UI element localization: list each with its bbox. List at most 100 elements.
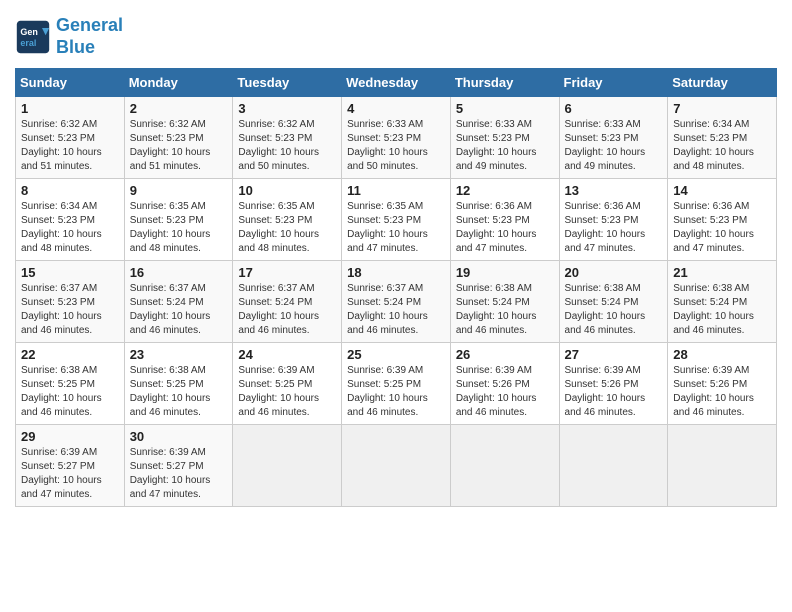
day-number: 1 [21, 101, 119, 116]
day-number: 5 [456, 101, 554, 116]
day-of-week-header: Monday [124, 69, 233, 97]
logo-text: General Blue [56, 15, 123, 58]
calendar-cell: 7 Sunrise: 6:34 AMSunset: 5:23 PMDaylight… [668, 97, 777, 179]
day-info: Sunrise: 6:38 AMSunset: 5:25 PMDaylight:… [21, 364, 119, 420]
day-number: 10 [238, 183, 336, 198]
calendar-cell [559, 425, 668, 507]
day-number: 21 [673, 265, 771, 280]
calendar-cell: 13Sunrise: 6:36 AMSunset: 5:23 PMDayligh… [559, 179, 668, 261]
calendar-cell: 8 Sunrise: 6:34 AMSunset: 5:23 PMDaylight… [16, 179, 125, 261]
calendar-week-row: 15 Sunrise: 6:37 AMSunset: 5:23 PMDayligh… [16, 261, 777, 343]
calendar-cell: 30 Sunrise: 6:39 AMSunset: 5:27 PMDayligh… [124, 425, 233, 507]
day-number: 6 [565, 101, 663, 116]
day-info: Sunrise: 6:34 AMSunset: 5:23 PMDaylight:… [21, 200, 119, 256]
day-info: Sunrise: 6:39 AMSunset: 5:27 PMDaylight:… [130, 446, 228, 502]
day-of-week-header: Friday [559, 69, 668, 97]
calendar-cell: 18 Sunrise: 6:37 AMSunset: 5:24 PMDayligh… [342, 261, 451, 343]
day-of-week-header: Thursday [450, 69, 559, 97]
calendar-cell: 1 Sunrise: 6:32 AMSunset: 5:23 PMDaylight… [16, 97, 125, 179]
calendar-week-row: 1 Sunrise: 6:32 AMSunset: 5:23 PMDaylight… [16, 97, 777, 179]
calendar-cell: 29 Sunrise: 6:39 AMSunset: 5:27 PMDayligh… [16, 425, 125, 507]
calendar-week-row: 29 Sunrise: 6:39 AMSunset: 5:27 PMDayligh… [16, 425, 777, 507]
calendar-cell: 21Sunrise: 6:38 AMSunset: 5:24 PMDayligh… [668, 261, 777, 343]
day-info: Sunrise: 6:33 AMSunset: 5:23 PMDaylight:… [456, 118, 554, 174]
calendar-cell: 3 Sunrise: 6:32 AMSunset: 5:23 PMDaylight… [233, 97, 342, 179]
day-number: 8 [21, 183, 119, 198]
calendar-cell [233, 425, 342, 507]
day-number: 26 [456, 347, 554, 362]
svg-text:Gen: Gen [20, 27, 38, 37]
day-info: Sunrise: 6:38 AMSunset: 5:24 PMDaylight:… [565, 282, 663, 338]
day-info: Sunrise: 6:37 AMSunset: 5:23 PMDaylight:… [21, 282, 119, 338]
day-number: 13 [565, 183, 663, 198]
day-number: 24 [238, 347, 336, 362]
day-info: Sunrise: 6:39 AMSunset: 5:26 PMDaylight:… [673, 364, 771, 420]
calendar-cell: 23 Sunrise: 6:38 AMSunset: 5:25 PMDayligh… [124, 343, 233, 425]
day-info: Sunrise: 6:39 AMSunset: 5:25 PMDaylight:… [238, 364, 336, 420]
logo: Gen eral General Blue [15, 15, 123, 58]
day-of-week-header: Tuesday [233, 69, 342, 97]
calendar-cell: 17 Sunrise: 6:37 AMSunset: 5:24 PMDayligh… [233, 261, 342, 343]
day-number: 29 [21, 429, 119, 444]
calendar-table: SundayMondayTuesdayWednesdayThursdayFrid… [15, 68, 777, 507]
day-info: Sunrise: 6:35 AMSunset: 5:23 PMDaylight:… [347, 200, 445, 256]
day-info: Sunrise: 6:37 AMSunset: 5:24 PMDaylight:… [347, 282, 445, 338]
calendar-cell: 27Sunrise: 6:39 AMSunset: 5:26 PMDayligh… [559, 343, 668, 425]
calendar-cell: 22 Sunrise: 6:38 AMSunset: 5:25 PMDayligh… [16, 343, 125, 425]
calendar-week-row: 8 Sunrise: 6:34 AMSunset: 5:23 PMDaylight… [16, 179, 777, 261]
day-number: 18 [347, 265, 445, 280]
day-number: 4 [347, 101, 445, 116]
day-number: 11 [347, 183, 445, 198]
day-info: Sunrise: 6:39 AMSunset: 5:27 PMDaylight:… [21, 446, 119, 502]
day-info: Sunrise: 6:38 AMSunset: 5:25 PMDaylight:… [130, 364, 228, 420]
day-of-week-header: Saturday [668, 69, 777, 97]
day-number: 17 [238, 265, 336, 280]
header: Gen eral General Blue [15, 15, 777, 58]
calendar-cell: 16 Sunrise: 6:37 AMSunset: 5:24 PMDayligh… [124, 261, 233, 343]
day-number: 30 [130, 429, 228, 444]
calendar-cell: 5 Sunrise: 6:33 AMSunset: 5:23 PMDaylight… [450, 97, 559, 179]
calendar-cell [668, 425, 777, 507]
day-number: 25 [347, 347, 445, 362]
day-number: 27 [565, 347, 663, 362]
day-number: 22 [21, 347, 119, 362]
calendar-cell: 4Sunrise: 6:33 AMSunset: 5:23 PMDaylight… [342, 97, 451, 179]
day-info: Sunrise: 6:32 AMSunset: 5:23 PMDaylight:… [238, 118, 336, 174]
calendar-cell: 26 Sunrise: 6:39 AMSunset: 5:26 PMDayligh… [450, 343, 559, 425]
day-of-week-header: Wednesday [342, 69, 451, 97]
calendar-cell: 14Sunrise: 6:36 AMSunset: 5:23 PMDayligh… [668, 179, 777, 261]
header-row: SundayMondayTuesdayWednesdayThursdayFrid… [16, 69, 777, 97]
logo-icon: Gen eral [15, 19, 51, 55]
calendar-cell: 12Sunrise: 6:36 AMSunset: 5:23 PMDayligh… [450, 179, 559, 261]
svg-text:eral: eral [20, 38, 36, 48]
calendar-cell: 15 Sunrise: 6:37 AMSunset: 5:23 PMDayligh… [16, 261, 125, 343]
day-number: 19 [456, 265, 554, 280]
calendar-cell [450, 425, 559, 507]
day-number: 12 [456, 183, 554, 198]
day-number: 2 [130, 101, 228, 116]
day-info: Sunrise: 6:39 AMSunset: 5:26 PMDaylight:… [456, 364, 554, 420]
day-info: Sunrise: 6:37 AMSunset: 5:24 PMDaylight:… [130, 282, 228, 338]
day-number: 23 [130, 347, 228, 362]
day-number: 15 [21, 265, 119, 280]
day-number: 16 [130, 265, 228, 280]
day-number: 20 [565, 265, 663, 280]
calendar-cell: 24 Sunrise: 6:39 AMSunset: 5:25 PMDayligh… [233, 343, 342, 425]
calendar-cell [342, 425, 451, 507]
day-number: 7 [673, 101, 771, 116]
day-info: Sunrise: 6:36 AMSunset: 5:23 PMDaylight:… [673, 200, 771, 256]
day-info: Sunrise: 6:35 AMSunset: 5:23 PMDaylight:… [130, 200, 228, 256]
day-info: Sunrise: 6:32 AMSunset: 5:23 PMDaylight:… [130, 118, 228, 174]
day-info: Sunrise: 6:37 AMSunset: 5:24 PMDaylight:… [238, 282, 336, 338]
calendar-cell: 19 Sunrise: 6:38 AMSunset: 5:24 PMDayligh… [450, 261, 559, 343]
day-info: Sunrise: 6:34 AMSunset: 5:23 PMDaylight:… [673, 118, 771, 174]
day-info: Sunrise: 6:33 AMSunset: 5:23 PMDaylight:… [565, 118, 663, 174]
day-info: Sunrise: 6:38 AMSunset: 5:24 PMDaylight:… [456, 282, 554, 338]
day-info: Sunrise: 6:32 AMSunset: 5:23 PMDaylight:… [21, 118, 119, 174]
day-number: 3 [238, 101, 336, 116]
day-of-week-header: Sunday [16, 69, 125, 97]
day-info: Sunrise: 6:35 AMSunset: 5:23 PMDaylight:… [238, 200, 336, 256]
calendar-cell: 2 Sunrise: 6:32 AMSunset: 5:23 PMDaylight… [124, 97, 233, 179]
calendar-week-row: 22 Sunrise: 6:38 AMSunset: 5:25 PMDayligh… [16, 343, 777, 425]
calendar-cell: 28Sunrise: 6:39 AMSunset: 5:26 PMDayligh… [668, 343, 777, 425]
